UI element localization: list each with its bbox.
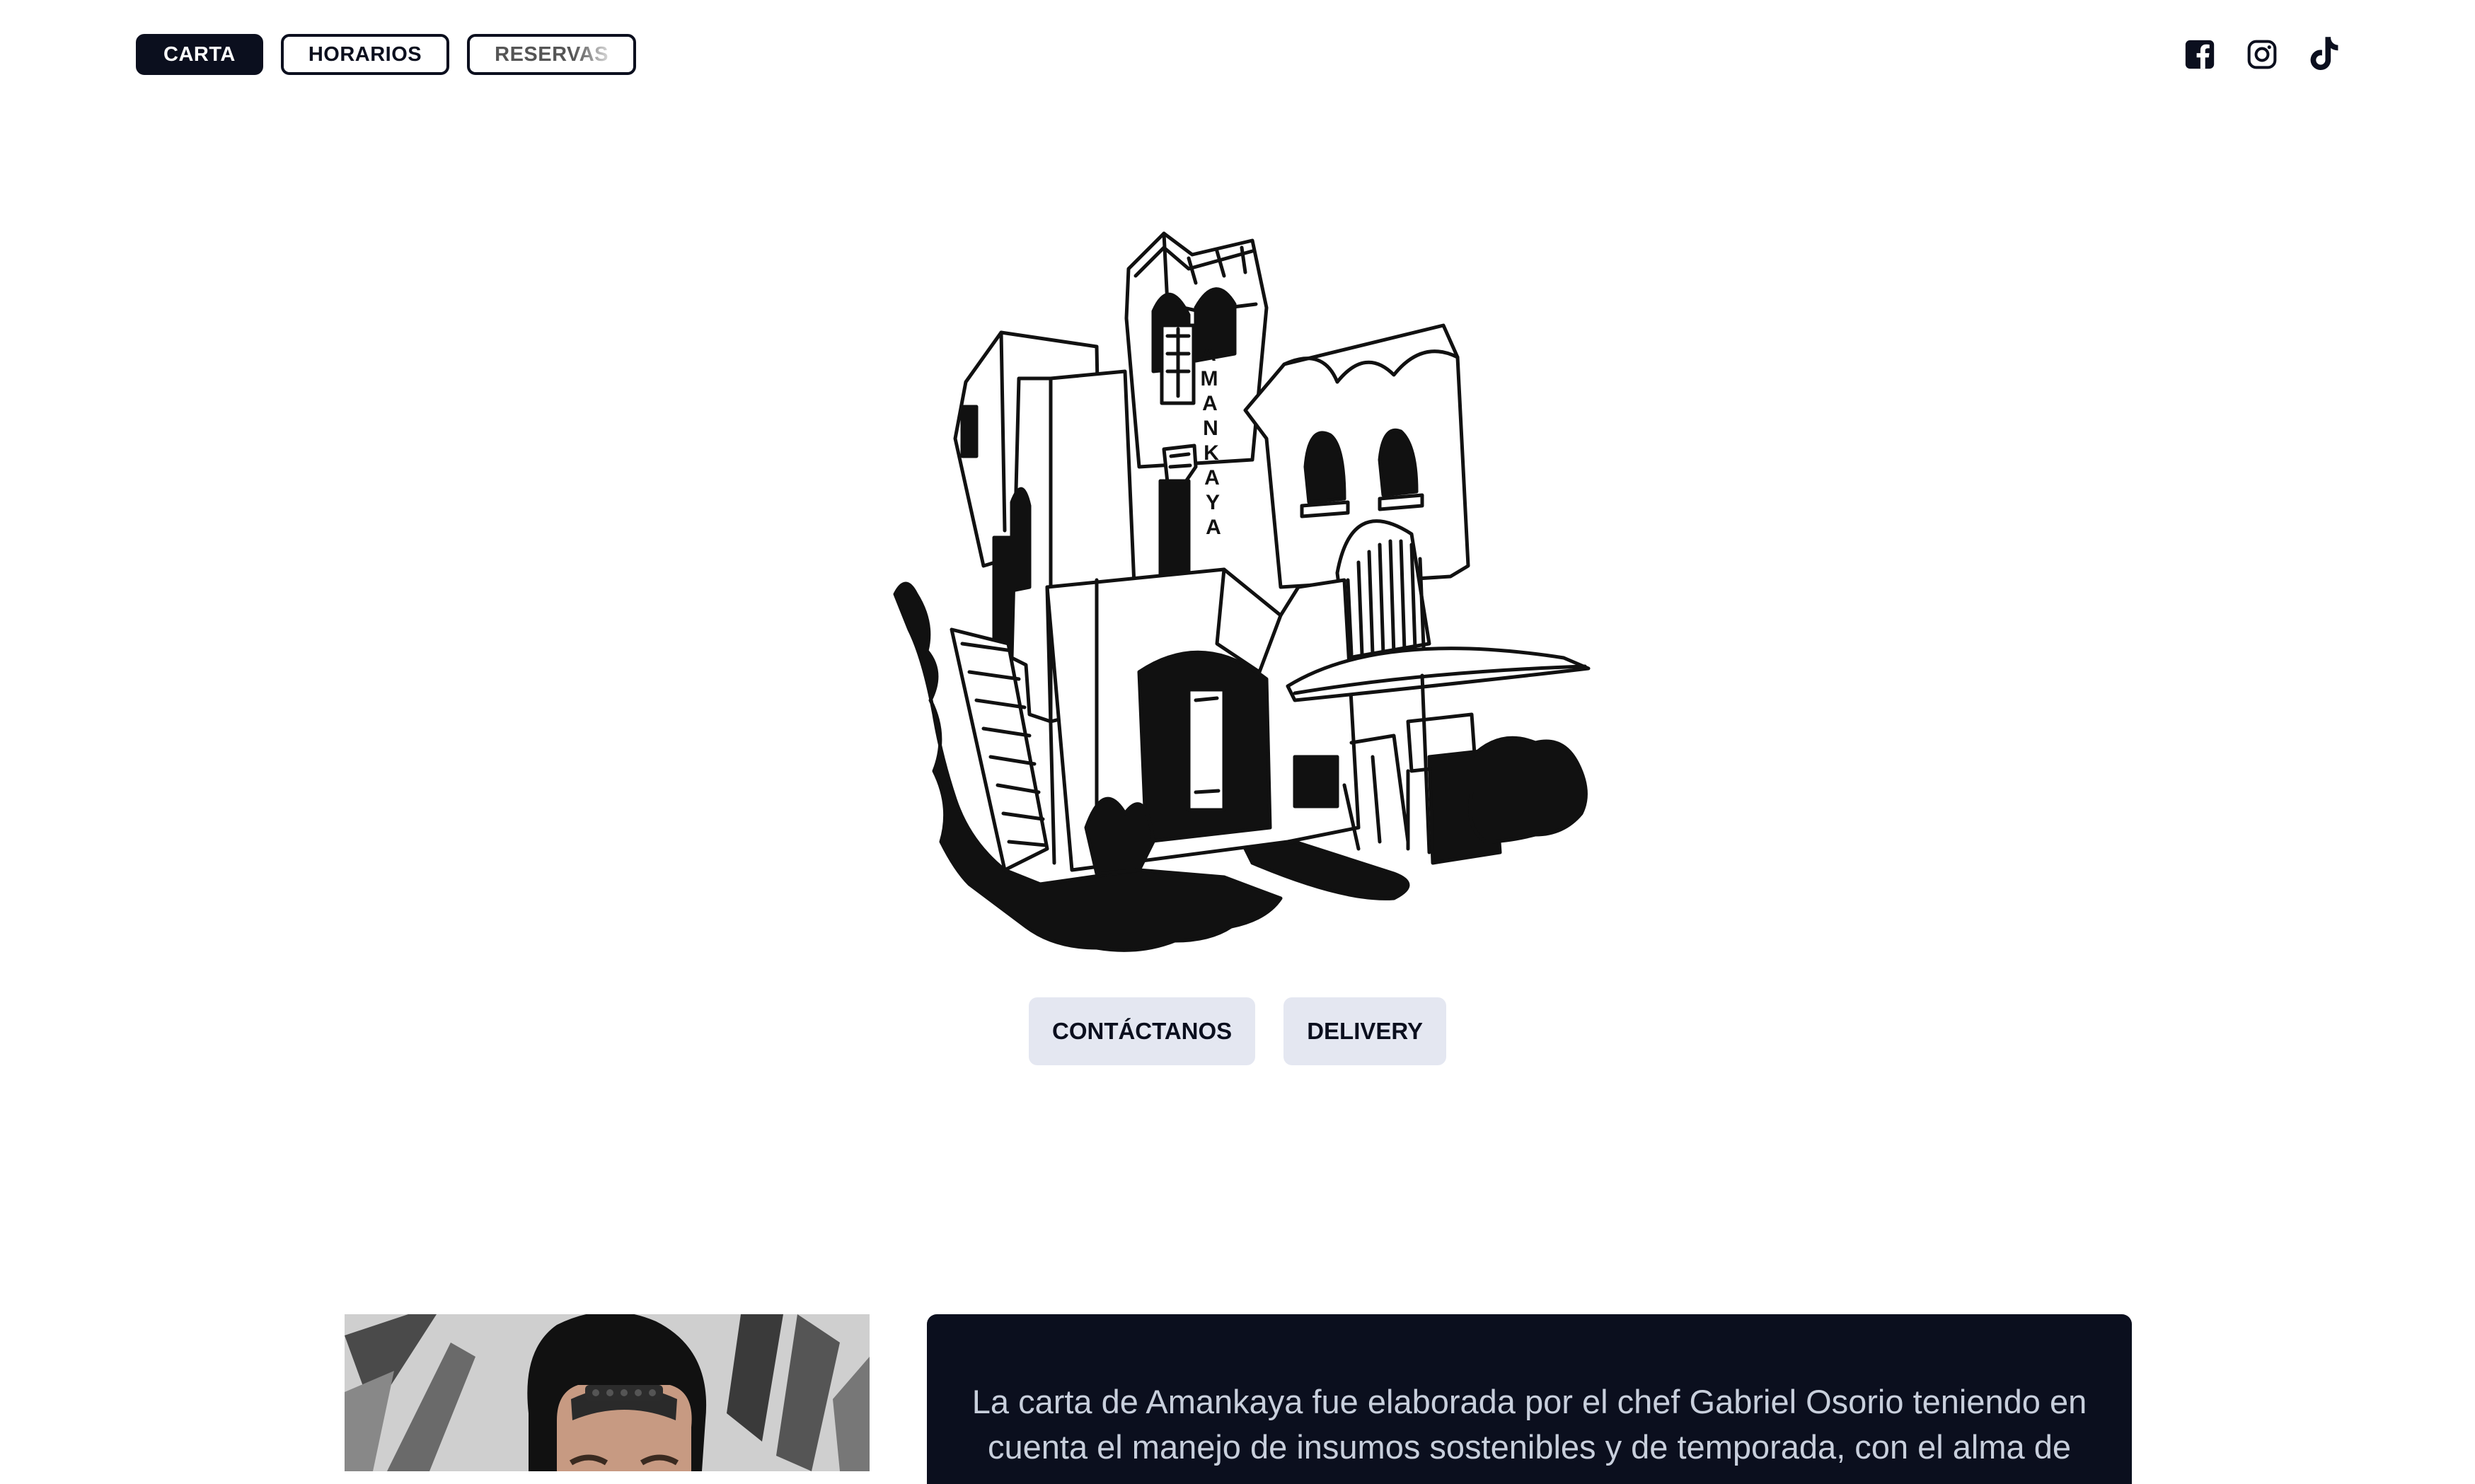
svg-text:A: A <box>1206 516 1221 539</box>
tiktok-icon[interactable] <box>2308 35 2341 74</box>
svg-text:A: A <box>1201 342 1216 366</box>
chef-photo <box>345 1314 870 1471</box>
facebook-icon[interactable] <box>2183 35 2216 74</box>
cta-row: CONTÁCTANOS DELIVERY <box>0 997 2475 1065</box>
nav-reservas-label: RESERVAS <box>495 42 609 66</box>
about-card: La carta de Amankaya fue elaborada por e… <box>927 1314 2132 1484</box>
hero-building-illustration: AMA NKA YA <box>884 134 1599 955</box>
svg-text:M: M <box>1201 367 1218 390</box>
svg-text:K: K <box>1204 441 1219 465</box>
nav-reservas-button[interactable]: RESERVAS <box>467 34 637 75</box>
delivery-button[interactable]: DELIVERY <box>1283 997 1446 1065</box>
about-text: La carta de Amankaya fue elaborada por e… <box>971 1383 2087 1466</box>
contact-button[interactable]: CONTÁCTANOS <box>1028 997 1256 1065</box>
social-links <box>2183 35 2341 74</box>
svg-text:A: A <box>1204 466 1220 489</box>
instagram-icon[interactable] <box>2246 35 2278 74</box>
svg-text:N: N <box>1203 417 1218 440</box>
nav-horarios-button[interactable]: HORARIOS <box>280 34 450 75</box>
top-nav: CARTA HORARIOS RESERVAS <box>136 34 637 75</box>
svg-text:A: A <box>1202 392 1218 415</box>
nav-carta-button[interactable]: CARTA <box>136 34 263 75</box>
svg-text:Y: Y <box>1206 491 1220 514</box>
